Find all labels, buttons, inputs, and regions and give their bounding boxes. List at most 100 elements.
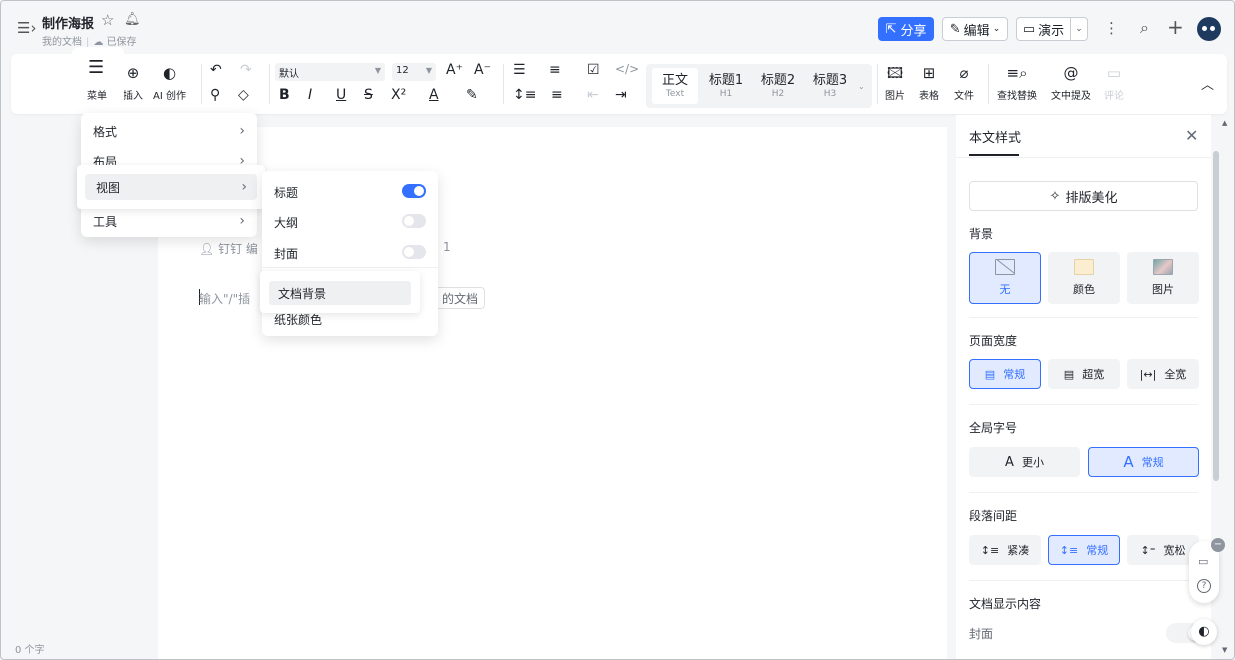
feedback-icon[interactable]: ▭ (1198, 555, 1208, 568)
font-increase-icon[interactable]: A⁺ (446, 62, 463, 78)
underline-icon[interactable]: U (336, 87, 346, 103)
width-option-normal[interactable]: ▤ 常规 (969, 359, 1041, 389)
edit-mode-button[interactable]: ✎ 编辑 ⌄ (942, 17, 1008, 41)
highlight-icon[interactable]: ✎ (466, 87, 478, 103)
menu-item-paper-color[interactable]: 纸张颜色 (274, 311, 322, 328)
collapse-toolbar-icon[interactable]: ︿ (1201, 74, 1214, 93)
style-h2[interactable]: 标题2 H2 (755, 69, 801, 99)
table-button[interactable]: ⊞ 表格 (919, 63, 939, 102)
find-replace-button[interactable]: ≡⌕ 查找替换 (997, 63, 1037, 102)
bell-icon[interactable]: 🔔︎ (124, 12, 141, 27)
word-count: 0 个字 (15, 645, 45, 656)
paperclip-icon: ⌀ (959, 64, 969, 82)
font-color-icon[interactable]: A (429, 87, 439, 103)
width-option-full[interactable]: |↔| 全宽 (1127, 359, 1199, 389)
style-h1[interactable]: 标题1 H1 (703, 69, 749, 99)
style-sub: H2 (771, 89, 785, 99)
toggle-label-cover: 封面 (274, 247, 299, 261)
image-label: 图片 (885, 91, 905, 102)
toggle-outline[interactable] (402, 214, 426, 228)
insert-button[interactable]: ⊕ 插入 (123, 63, 143, 102)
spacing-option-compact[interactable]: ↕≡ 紧凑 (969, 535, 1041, 565)
style-sub: Text (665, 89, 685, 99)
format-painter-icon[interactable]: ⚲ (210, 87, 220, 103)
font-decrease-icon[interactable]: A⁻ (474, 62, 491, 78)
star-icon[interactable]: ☆ (101, 11, 114, 29)
search-icon[interactable]: ⌕ (1140, 18, 1149, 38)
ai-icon: ◐ (162, 64, 177, 82)
help-icon[interactable]: ? (1197, 579, 1211, 593)
bg-option-none[interactable]: 无 (969, 252, 1041, 304)
code-icon[interactable]: </> (615, 62, 639, 76)
comment-icon: ▭ (1106, 64, 1122, 82)
beautify-button[interactable]: ✧ 排版美化 (969, 181, 1198, 211)
panel-scrollbar-thumb[interactable] (1213, 151, 1219, 481)
toggle-title[interactable] (402, 184, 426, 198)
indent-icon[interactable]: ⇥ (615, 87, 627, 103)
checklist-icon[interactable]: ☑ (587, 62, 600, 78)
styles-expand-icon[interactable]: ⌄ (858, 82, 865, 91)
divider (262, 267, 438, 268)
present-button[interactable]: ▭ 演示 ⌄ (1016, 17, 1088, 41)
share-button[interactable]: ⇱ 分享 (878, 17, 934, 41)
numbered-list-icon[interactable]: ≡ (549, 62, 561, 78)
breadcrumb-my-docs[interactable]: 我的文档 (42, 37, 82, 48)
user-icon: 👤︎ (199, 242, 215, 256)
font-size-normal-icon: A (1123, 453, 1134, 471)
sidebar-toggle-icon[interactable]: ☰› (17, 19, 36, 37)
comment-button[interactable]: ▭ 评论 (1104, 63, 1124, 102)
image-button[interactable]: 🖾 图片 (885, 63, 905, 102)
italic-icon[interactable]: I (308, 87, 312, 103)
font-size-option-normal[interactable]: A 常规 (1088, 447, 1199, 477)
close-icon[interactable]: ✕ (1185, 126, 1198, 145)
toggle-cover[interactable] (402, 245, 426, 259)
line-height-icon[interactable]: ↕≡ (513, 87, 536, 103)
menu-button[interactable]: ☰ 菜单 (74, 49, 122, 107)
redo-icon[interactable]: ↷ (240, 62, 252, 78)
align-icon[interactable]: ≡ (551, 87, 563, 103)
mention-label: 文中提及 (1051, 91, 1091, 102)
ai-create-button[interactable]: ◐ AI 创作 (153, 63, 186, 102)
style-text[interactable]: 正文 Text (652, 68, 698, 104)
undo-icon[interactable]: ↶ (210, 62, 222, 78)
more-icon[interactable]: ⋮ (1104, 19, 1119, 37)
template-tag[interactable]: 的文档 (435, 287, 485, 309)
menu-item-label: 格式 (93, 124, 118, 139)
bullet-list-icon[interactable]: ☰ (513, 62, 526, 78)
mention-button[interactable]: @ 文中提及 (1051, 63, 1091, 102)
strikethrough-icon[interactable]: S (364, 87, 373, 103)
present-dropdown-icon[interactable]: ⌄ (1071, 24, 1087, 34)
doc-title[interactable]: 制作海报 (42, 13, 94, 32)
minimize-dock-icon[interactable]: − (1211, 538, 1225, 552)
font-size-option-smaller[interactable]: A 更小 (969, 447, 1080, 477)
outdent-icon[interactable]: ⇤ (587, 87, 599, 103)
font-family-select[interactable]: 默认 ▼ (275, 63, 385, 81)
menu-item-format[interactable]: 格式 › (81, 117, 257, 145)
bg-option-label: 颜色 (1073, 283, 1095, 296)
menu-item-tools[interactable]: 工具 › (81, 207, 257, 235)
bold-icon[interactable]: B (279, 87, 290, 103)
spacing-option-normal[interactable]: ↕≡ 常规 (1048, 535, 1120, 565)
scroll-up-icon[interactable]: ▲ (1222, 119, 1227, 127)
monitor-icon: ▭ (1022, 21, 1036, 37)
bg-option-image[interactable]: 图片 (1127, 252, 1199, 304)
menu-item-doc-background[interactable]: 文档背景 (260, 271, 420, 313)
panel-tab-indicator (969, 154, 1019, 156)
superscript-icon[interactable]: X² (391, 87, 406, 103)
theme-toggle-icon[interactable]: ◐ (1191, 619, 1217, 645)
plus-icon[interactable]: + (1167, 15, 1184, 39)
clear-format-icon[interactable]: ◇ (238, 87, 249, 103)
font-size-select[interactable]: 12 ▼ (392, 63, 436, 81)
input-placeholder[interactable]: 输入"/"插 (199, 290, 250, 307)
scroll-down-icon[interactable]: ▼ (1222, 646, 1227, 654)
menu-item-view[interactable]: 视图 › (77, 165, 265, 209)
divider (969, 492, 1198, 493)
present-main[interactable]: ▭ 演示 (1017, 18, 1071, 40)
bg-option-color[interactable]: 颜色 (1048, 252, 1120, 304)
bg-option-label: 无 (999, 283, 1011, 296)
width-option-wide[interactable]: ▤ 超宽 (1048, 359, 1120, 389)
style-h3[interactable]: 标题3 H3 (807, 69, 853, 99)
ai-label: AI 创作 (153, 91, 186, 102)
avatar[interactable] (1197, 17, 1221, 41)
file-button[interactable]: ⌀ 文件 (954, 63, 974, 102)
